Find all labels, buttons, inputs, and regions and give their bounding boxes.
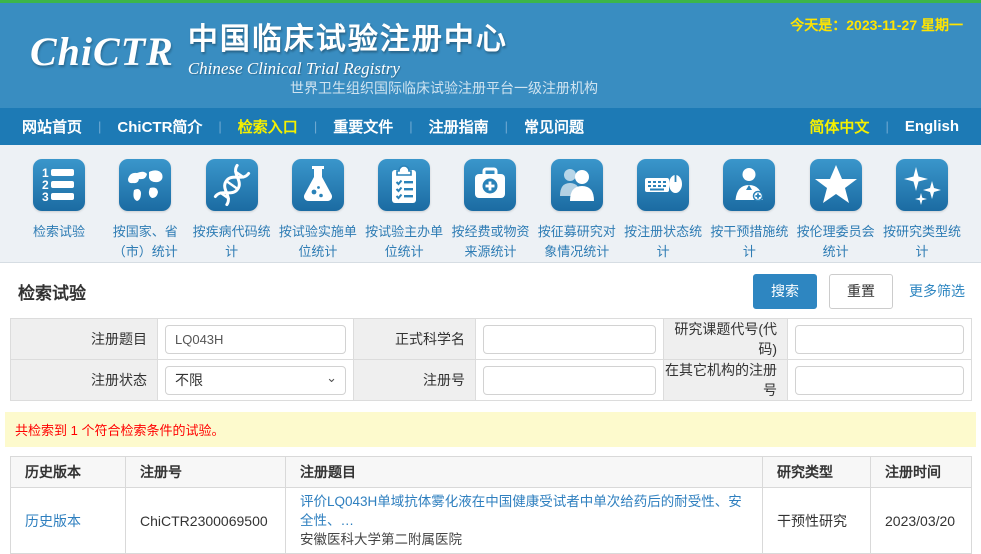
doctor-icon [723, 159, 775, 211]
site-title-chinese: 中国临床试验注册中心 [188, 23, 508, 57]
site-title-english: Chinese Clinical Trial Registry [188, 59, 508, 79]
table-row: 历史版本 ChiCTR2300069500 评价LQ043H单域抗体雾化液在中国… [11, 488, 972, 554]
today-date: 今天是：2023-11-27 星期一 [790, 15, 963, 35]
trial-institution: 安徽医科大学第二附属医院 [300, 530, 754, 549]
lang-simplified-chinese-link[interactable]: 简体中文 [805, 116, 873, 137]
stat-label: 按征募研究对象情况统计 [534, 222, 620, 262]
more-filters-link[interactable]: 更多筛选 [909, 281, 965, 301]
nav-separator: | [98, 119, 101, 134]
registration-title-label: 注册题目 [11, 319, 158, 360]
stat-item-by-funding-source[interactable]: 按经费或物资来源统计 [447, 159, 533, 262]
stat-item-search-trials[interactable]: 1 2 3 检索试验 [16, 159, 102, 262]
nav-item-faq[interactable]: 常见问题 [520, 116, 588, 137]
registration-number-label: 注册号 [354, 360, 476, 401]
search-panel: 检索试验 搜索 重置 更多筛选 注册题目 正式科学名 研究课题代号(代码) 注册… [0, 273, 981, 401]
nav-separator: | [218, 119, 221, 134]
chictr-logo: ChiCTR [30, 23, 174, 81]
column-header-history: 历史版本 [11, 457, 126, 488]
stat-item-by-country-province[interactable]: 按国家、省（市）统计 [102, 159, 188, 262]
stat-label: 按经费或物资来源统计 [447, 222, 533, 262]
flask-icon [292, 159, 344, 211]
keyboard-mouse-icon [637, 159, 689, 211]
main-nav: 网站首页 | ChiCTR简介 | 检索入口 | 重要文件 | 注册指南 | 常… [0, 108, 981, 145]
dna-icon [206, 159, 258, 211]
nav-item-registration-guide[interactable]: 注册指南 [425, 116, 493, 137]
registration-status-label: 注册状态 [11, 360, 158, 401]
page-title: 检索试验 [18, 279, 86, 304]
study-code-input[interactable] [795, 325, 964, 354]
column-header-reg-date: 注册时间 [871, 457, 972, 488]
medkit-icon [464, 159, 516, 211]
people-icon [551, 159, 603, 211]
site-header: ChiCTR 中国临床试验注册中心 Chinese Clinical Trial… [0, 3, 981, 108]
lang-english-link[interactable]: English [901, 118, 963, 135]
other-registration-number-input[interactable] [795, 366, 964, 395]
nav-separator: | [409, 119, 412, 134]
star-icon [810, 159, 862, 211]
stat-item-by-disease-code[interactable]: 按疾病代码统计 [189, 159, 275, 262]
registration-number-cell: ChiCTR2300069500 [126, 488, 286, 554]
stat-label: 按干预措施统计 [706, 222, 792, 262]
trial-title-link[interactable]: 评价LQ043H单域抗体雾化液在中国健康受试者中单次给药后的耐受性、安全性、… [300, 494, 742, 528]
study-code-label: 研究课题代号(代码) [664, 319, 788, 360]
nav-item-important-documents[interactable]: 重要文件 [329, 116, 397, 137]
nav-separator: | [885, 119, 888, 134]
world-map-icon [119, 159, 171, 211]
numbered-list-icon: 1 2 3 [33, 159, 85, 211]
nav-item-search-entry[interactable]: 检索入口 [234, 116, 302, 137]
other-registration-number-label: 在其它机构的注册号 [664, 360, 788, 401]
registration-status-select[interactable]: 不限 [165, 366, 346, 395]
nav-separator: | [314, 119, 317, 134]
svg-text:3: 3 [42, 190, 49, 204]
stat-label: 按试验主办单位统计 [361, 222, 447, 262]
stat-item-by-intervention[interactable]: 按干预措施统计 [706, 159, 792, 262]
column-header-reg-no: 注册号 [126, 457, 286, 488]
results-table: 历史版本 注册号 注册题目 研究类型 注册时间 历史版本 ChiCTR23000… [10, 456, 972, 554]
stat-label: 按注册状态统计 [620, 222, 706, 262]
study-type-cell: 干预性研究 [763, 488, 871, 554]
results-header-row: 历史版本 注册号 注册题目 研究类型 注册时间 [11, 457, 972, 488]
stat-label: 检索试验 [16, 222, 102, 242]
search-form-table: 注册题目 正式科学名 研究课题代号(代码) 注册状态 不限 ⌄ 注册号 在其它机… [10, 318, 972, 401]
quick-stats-strip: 1 2 3 检索试验 按国家、省（市）统计 [0, 145, 981, 263]
clipboard-icon [378, 159, 430, 211]
stat-label: 按疾病代码统计 [189, 222, 275, 262]
registration-date-cell: 2023/03/20 [871, 488, 972, 554]
stat-item-by-registration-status[interactable]: 按注册状态统计 [620, 159, 706, 262]
scientific-name-label: 正式科学名 [354, 319, 476, 360]
registration-title-input[interactable] [165, 325, 346, 354]
stat-item-by-recruitment-status[interactable]: 按征募研究对象情况统计 [534, 159, 620, 262]
stat-label: 按伦理委员会统计 [793, 222, 879, 262]
nav-item-about[interactable]: ChiCTR简介 [113, 116, 206, 137]
sparkles-icon [896, 159, 948, 211]
reset-button[interactable]: 重置 [829, 274, 893, 309]
stat-label: 按试验实施单位统计 [275, 222, 361, 262]
who-accreditation-text: 世界卫生组织国际临床试验注册平台一级注册机构 [290, 78, 598, 98]
result-count-message: 共检索到 1 个符合检索条件的试验。 [5, 412, 976, 447]
stat-label: 按国家、省（市）统计 [102, 222, 188, 262]
nav-item-home[interactable]: 网站首页 [18, 116, 86, 137]
scientific-name-input[interactable] [483, 325, 656, 354]
column-header-title: 注册题目 [286, 457, 763, 488]
stat-item-by-ethics-committee[interactable]: 按伦理委员会统计 [793, 159, 879, 262]
results-section: 历史版本 注册号 注册题目 研究类型 注册时间 历史版本 ChiCTR23000… [0, 456, 981, 554]
registration-number-input[interactable] [483, 366, 656, 395]
stat-item-by-implementing-unit[interactable]: 按试验实施单位统计 [275, 159, 361, 262]
nav-separator: | [505, 119, 508, 134]
stat-label: 按研究类型统计 [879, 222, 965, 262]
stat-item-by-sponsor-unit[interactable]: 按试验主办单位统计 [361, 159, 447, 262]
column-header-study-type: 研究类型 [763, 457, 871, 488]
search-button[interactable]: 搜索 [753, 274, 817, 309]
stat-item-by-study-type[interactable]: 按研究类型统计 [879, 159, 965, 262]
